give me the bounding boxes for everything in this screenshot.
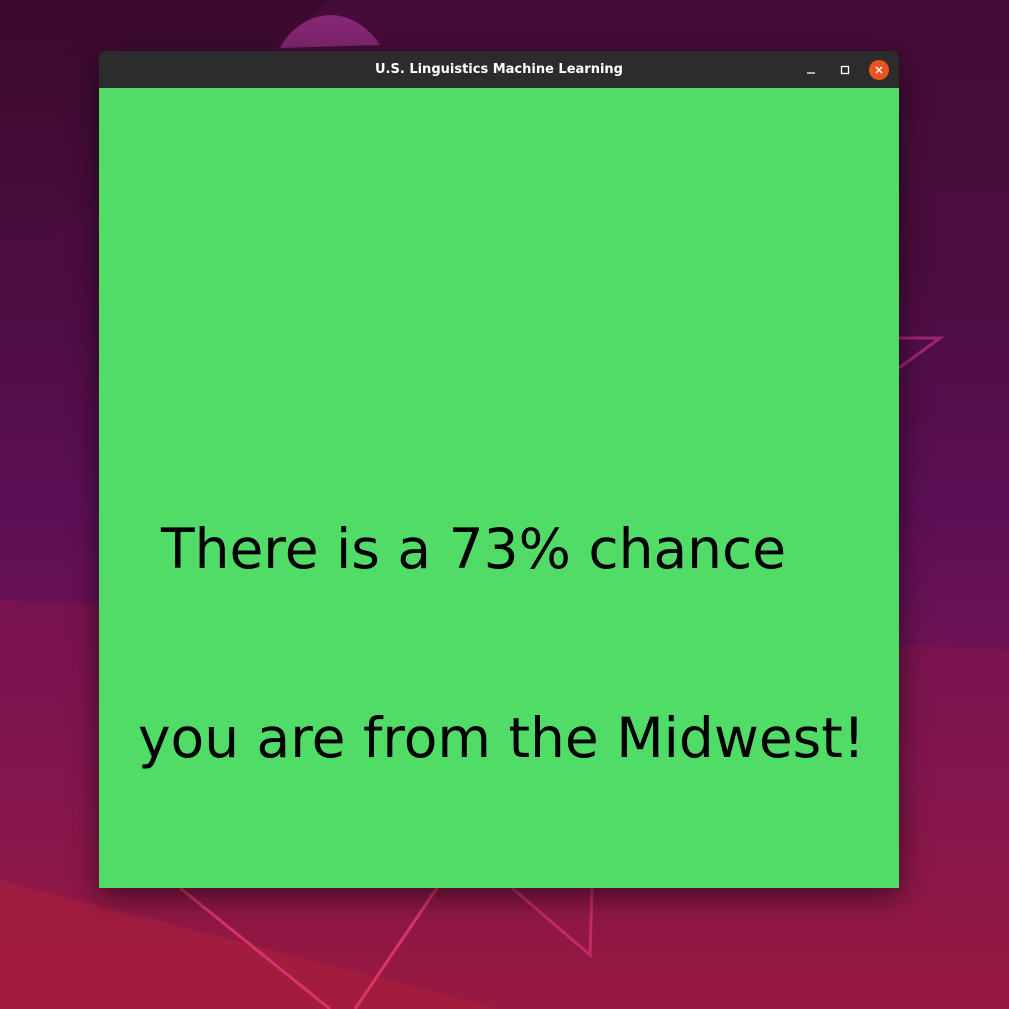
result-message: There is a 73% chance you are from the M…: [99, 392, 899, 888]
close-button[interactable]: [869, 60, 889, 80]
maximize-icon: [840, 65, 850, 75]
minimize-button[interactable]: [801, 60, 821, 80]
app-window: U.S. Linguistics Machine Learning There …: [99, 51, 899, 888]
close-icon: [875, 66, 883, 74]
window-title: U.S. Linguistics Machine Learning: [375, 62, 623, 77]
result-line-2: you are from the Midwest!: [138, 706, 865, 770]
maximize-button[interactable]: [835, 60, 855, 80]
title-bar[interactable]: U.S. Linguistics Machine Learning: [99, 51, 899, 88]
result-panel: There is a 73% chance you are from the M…: [99, 88, 899, 888]
result-line-1: There is a 73% chance: [161, 517, 787, 581]
minimize-icon: [807, 72, 815, 74]
